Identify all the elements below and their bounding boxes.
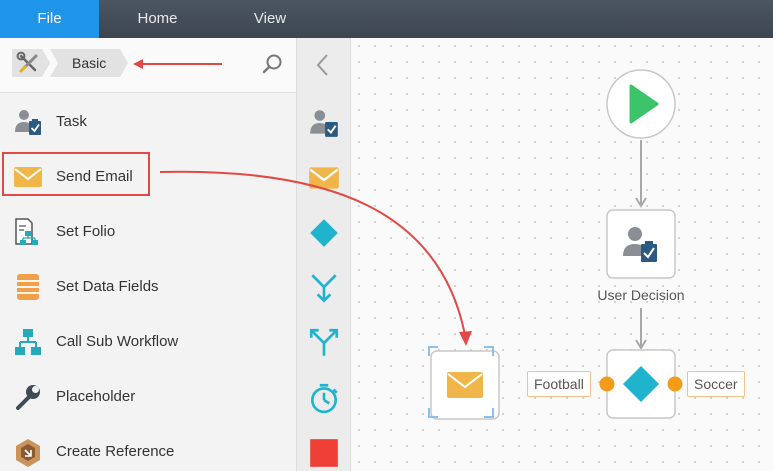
tool-call-sub-workflow[interactable]: Call Sub Workflow [0,314,296,369]
tool-set-data-fields[interactable]: Set Data Fields [0,259,296,314]
tool-label: Task [56,113,87,130]
tab-file[interactable]: File [0,0,99,38]
workflow-diagram [428,69,683,420]
dropped-send-email-node[interactable] [428,346,500,420]
breadcrumb-label: Basic [72,55,107,71]
end-square-icon[interactable] [307,436,341,470]
tool-task[interactable]: Task [0,94,296,149]
outcome-football[interactable]: Football [527,371,591,397]
envelope-icon [447,372,483,398]
reference-icon [16,439,40,467]
tool-set-folio[interactable]: Set Folio [0,204,296,259]
collapse-chevron-icon[interactable] [313,52,333,78]
split-arrows-icon[interactable] [307,326,341,360]
tool-label: Send Email [56,168,133,185]
decision-diamond-icon[interactable] [307,216,341,250]
decision-node[interactable] [599,349,683,419]
outcome-port-right [667,376,683,392]
tool-send-email[interactable]: Send Email [0,149,296,204]
envelope-icon[interactable] [307,161,341,195]
task-icon [15,110,41,135]
tab-home[interactable]: Home [99,0,216,38]
envelope-icon [14,167,42,187]
tool-label: Set Data Fields [56,278,159,295]
tool-label: Create Reference [56,443,175,460]
folio-icon [15,218,38,245]
workflow-canvas[interactable]: User Decision Football Soccer [351,38,773,471]
merge-arrows-icon[interactable] [307,271,341,305]
user-decision-node[interactable] [606,209,676,279]
toolbox-panel: Basic Task Send Email Set Folio Set Data… [0,38,296,471]
outcome-port-left [599,376,615,392]
search-icon[interactable] [262,53,284,75]
user-decision-label: User Decision [597,287,685,303]
menu-bar: File Home View [0,0,773,38]
tool-create-reference[interactable]: Create Reference [0,424,296,471]
data-fields-icon [17,274,39,300]
tab-view[interactable]: View [216,0,324,38]
start-node[interactable] [606,69,676,139]
timer-icon[interactable] [307,381,341,415]
wrench-icon [16,385,40,410]
toolbox-icon-strip [296,38,351,471]
toolbox-header: Basic [0,38,296,93]
sub-workflow-icon [15,329,41,355]
task-icon[interactable] [307,106,341,140]
tool-label: Placeholder [56,388,136,405]
outcome-soccer[interactable]: Soccer [687,371,745,397]
tool-label: Set Folio [56,223,116,240]
tool-label: Call Sub Workflow [56,333,179,350]
tool-placeholder[interactable]: Placeholder [0,369,296,424]
tools-breadcrumb[interactable] [12,49,52,77]
